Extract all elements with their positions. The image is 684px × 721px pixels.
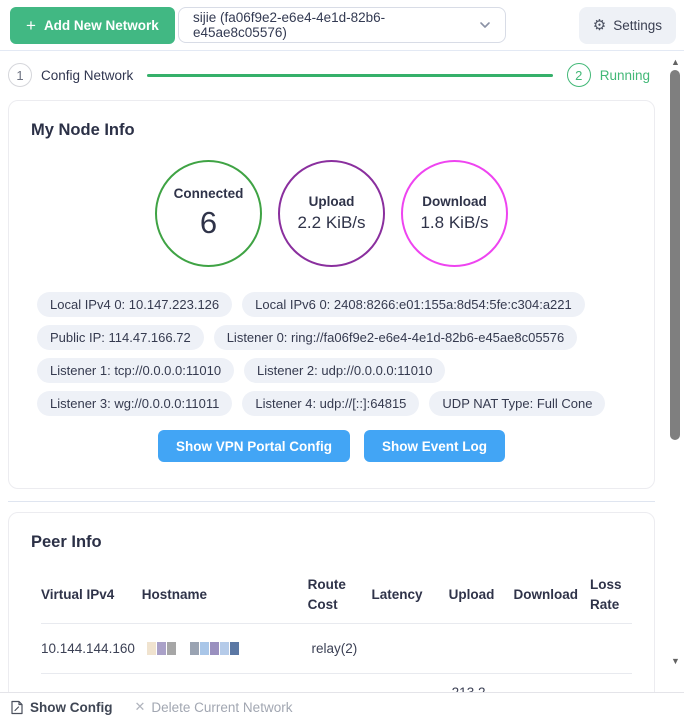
chip-listener-0: Listener 0: ring://fa06f9e2-e6e4-4e1d-82… xyxy=(214,325,578,350)
download-stat-circle: Download 1.8 KiB/s xyxy=(401,160,508,267)
col-latency: Latency xyxy=(372,582,449,607)
config-file-icon xyxy=(10,700,24,715)
step1-number: 1 xyxy=(16,68,23,83)
chip-local-ipv6: Local IPv6 0: 2408:8266:e01:155a:8d54:5f… xyxy=(242,292,585,317)
col-virtual-ipv4: Virtual IPv4 xyxy=(41,582,142,607)
settings-label: Settings xyxy=(613,18,662,33)
connected-stat-circle: Connected 6 xyxy=(155,160,262,267)
chip-listener-4: Listener 4: udp://[::]:64815 xyxy=(242,391,419,416)
chip-udp-nat-type: UDP NAT Type: Full Cone xyxy=(429,391,605,416)
peer-row-2[interactable]: 10.144.144.55 iZbp1e26yt6uz7cn5opiy2Z p2… xyxy=(41,674,632,692)
col-upload: Upload xyxy=(449,582,514,607)
col-route-cost: Route Cost xyxy=(308,575,372,615)
vertical-scrollbar[interactable]: ▲ ▼ xyxy=(668,52,683,692)
top-bar: + Add New Network sijie (fa06f9e2-e6e4-4… xyxy=(0,0,684,51)
chip-public-ip: Public IP: 114.47.166.72 xyxy=(37,325,204,350)
node-info-title: My Node Info xyxy=(31,121,632,140)
peer-row-1[interactable]: 10.144.144.160 relay(2) xyxy=(41,624,632,674)
show-config-button[interactable]: Show Config xyxy=(10,700,112,715)
gear-icon: ⚙ xyxy=(593,18,606,33)
peer1-hostname-censored xyxy=(147,642,312,655)
upload-label: Upload xyxy=(309,194,355,209)
delete-current-network-button[interactable]: ✕ Delete Current Network xyxy=(134,699,292,715)
peer-table-header: Virtual IPv4 Hostname Route Cost Latency… xyxy=(41,566,632,624)
censored-hostname-mosaic xyxy=(147,642,300,655)
node-detail-chips: Local IPv4 0: 10.147.223.126 Local IPv6 … xyxy=(37,292,626,416)
show-vpn-portal-config-button[interactable]: Show VPN Portal Config xyxy=(158,430,350,462)
peer1-virtual-ipv4: 10.144.144.160 xyxy=(41,641,147,656)
network-select-value: sijie (fa06f9e2-e6e4-4e1d-82b6-e45ae8c05… xyxy=(193,10,469,40)
connected-value: 6 xyxy=(200,205,217,241)
chip-listener-1: Listener 1: tcp://0.0.0.0:11010 xyxy=(37,358,234,383)
node-buttons-row: Show VPN Portal Config Show Event Log xyxy=(31,430,632,462)
plus-icon: + xyxy=(26,17,36,34)
delete-network-label: Delete Current Network xyxy=(151,700,292,715)
scrollbar-down-arrow[interactable]: ▼ xyxy=(668,656,683,666)
node-stats-row: Connected 6 Upload 2.2 KiB/s Download 1.… xyxy=(31,160,632,267)
col-download: Download xyxy=(514,582,591,607)
step1-label: Config Network xyxy=(41,68,133,83)
download-value: 1.8 KiB/s xyxy=(420,213,488,233)
download-label: Download xyxy=(422,194,487,209)
step1-circle[interactable]: 1 xyxy=(8,63,32,87)
show-event-log-button[interactable]: Show Event Log xyxy=(364,430,505,462)
close-icon: ✕ xyxy=(134,699,145,715)
upload-value: 2.2 KiB/s xyxy=(297,213,365,233)
upload-stat-circle: Upload 2.2 KiB/s xyxy=(278,160,385,267)
step-connector-line xyxy=(147,74,552,77)
peer1-route-cost: relay(2) xyxy=(312,641,376,656)
scrollbar-thumb[interactable] xyxy=(670,70,680,440)
chip-local-ipv4: Local IPv4 0: 10.147.223.126 xyxy=(37,292,232,317)
step2-number: 2 xyxy=(575,68,582,83)
chip-listener-2: Listener 2: udp://0.0.0.0:11010 xyxy=(244,358,445,383)
add-new-network-label: Add New Network xyxy=(44,18,159,33)
peer-info-card: Peer Info Virtual IPv4 Hostname Route Co… xyxy=(8,512,655,692)
step-indicator: 1 Config Network 2 Running xyxy=(8,60,650,90)
col-hostname: Hostname xyxy=(142,582,308,607)
my-node-info-card: My Node Info Connected 6 Upload 2.2 KiB/… xyxy=(8,100,655,489)
network-select[interactable]: sijie (fa06f9e2-e6e4-4e1d-82b6-e45ae8c05… xyxy=(178,7,506,43)
chip-listener-3: Listener 3: wg://0.0.0.0:11011 xyxy=(37,391,232,416)
settings-button[interactable]: ⚙ Settings xyxy=(579,7,676,44)
scrollbar-up-arrow[interactable]: ▲ xyxy=(668,57,683,67)
cards-divider xyxy=(8,501,655,502)
connected-label: Connected xyxy=(174,186,244,201)
peer-table: Virtual IPv4 Hostname Route Cost Latency… xyxy=(41,566,632,692)
main-scroll-area: 1 Config Network 2 Running My Node Info … xyxy=(0,52,660,692)
peer-info-title: Peer Info xyxy=(31,533,632,552)
chevron-down-icon xyxy=(479,19,491,31)
col-loss-rate: Loss Rate xyxy=(590,575,632,615)
show-config-label: Show Config xyxy=(30,700,112,715)
step2-circle[interactable]: 2 xyxy=(567,63,591,87)
add-new-network-button[interactable]: + Add New Network xyxy=(10,7,175,44)
peer2-upload: 213.2 KiB xyxy=(452,683,516,693)
step2-label: Running xyxy=(600,68,650,83)
footer-bar: Show Config ✕ Delete Current Network xyxy=(0,692,684,721)
